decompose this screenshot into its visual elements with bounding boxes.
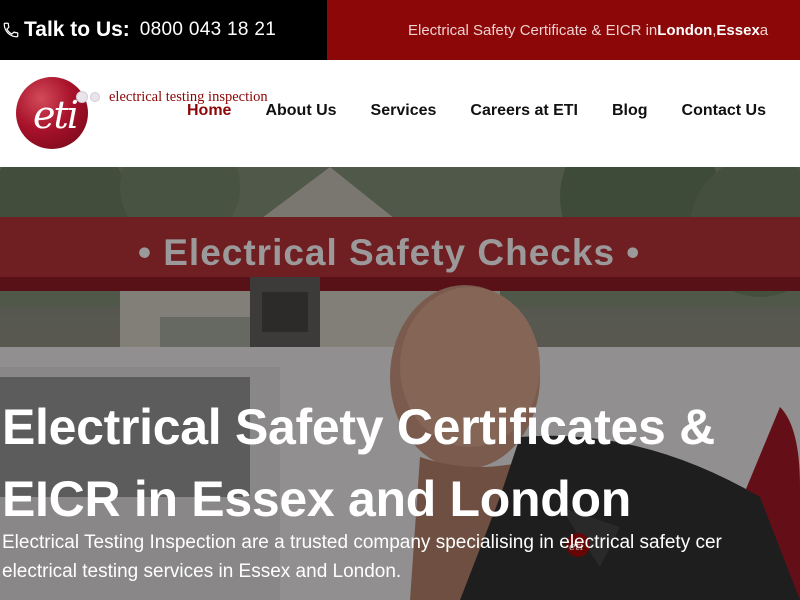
phone-number-link[interactable]: 0800 043 18 21 xyxy=(140,19,276,41)
nav-services[interactable]: Services xyxy=(371,102,437,120)
hero-banner: • Electrical Safety Checks • eti Electri… xyxy=(0,167,800,600)
tagline-suffix: a xyxy=(759,21,769,39)
nav-blog[interactable]: Blog xyxy=(612,102,648,120)
nav-home[interactable]: Home xyxy=(187,102,231,120)
talk-to-us-label: Talk to Us: xyxy=(24,18,130,41)
tagline-strip: Electrical Safety Certificate & EICR in … xyxy=(327,0,800,60)
hero-description-line-2: electrical testing services in Essex and… xyxy=(2,561,402,582)
hero-description: Electrical Testing Inspection are a trus… xyxy=(2,528,800,586)
top-bar: Talk to Us: 0800 043 18 21 Electrical Sa… xyxy=(0,0,800,60)
contact-strip: Talk to Us: 0800 043 18 21 xyxy=(0,0,327,60)
logo-mark: eti xyxy=(33,93,79,137)
logo-dots xyxy=(76,91,100,103)
nav-careers[interactable]: Careers at ETI xyxy=(470,102,578,120)
hero-title: Electrical Safety Certificates & EICR in… xyxy=(2,399,715,527)
site-header: eti electrical testing inspection Home A… xyxy=(0,60,800,167)
tagline-prefix: Electrical Safety Certificate & EICR in xyxy=(408,21,658,39)
logo-circle: eti xyxy=(16,77,88,149)
nav-about-us[interactable]: About Us xyxy=(265,102,336,120)
nav-contact-us[interactable]: Contact Us xyxy=(682,102,766,120)
tagline-city-london: London xyxy=(657,21,713,39)
hero-description-line-1: Electrical Testing Inspection are a trus… xyxy=(2,532,722,553)
phone-icon xyxy=(2,21,20,39)
main-nav: Home About Us Services Careers at ETI Bl… xyxy=(153,102,766,120)
tagline-city-essex: Essex xyxy=(716,21,760,39)
